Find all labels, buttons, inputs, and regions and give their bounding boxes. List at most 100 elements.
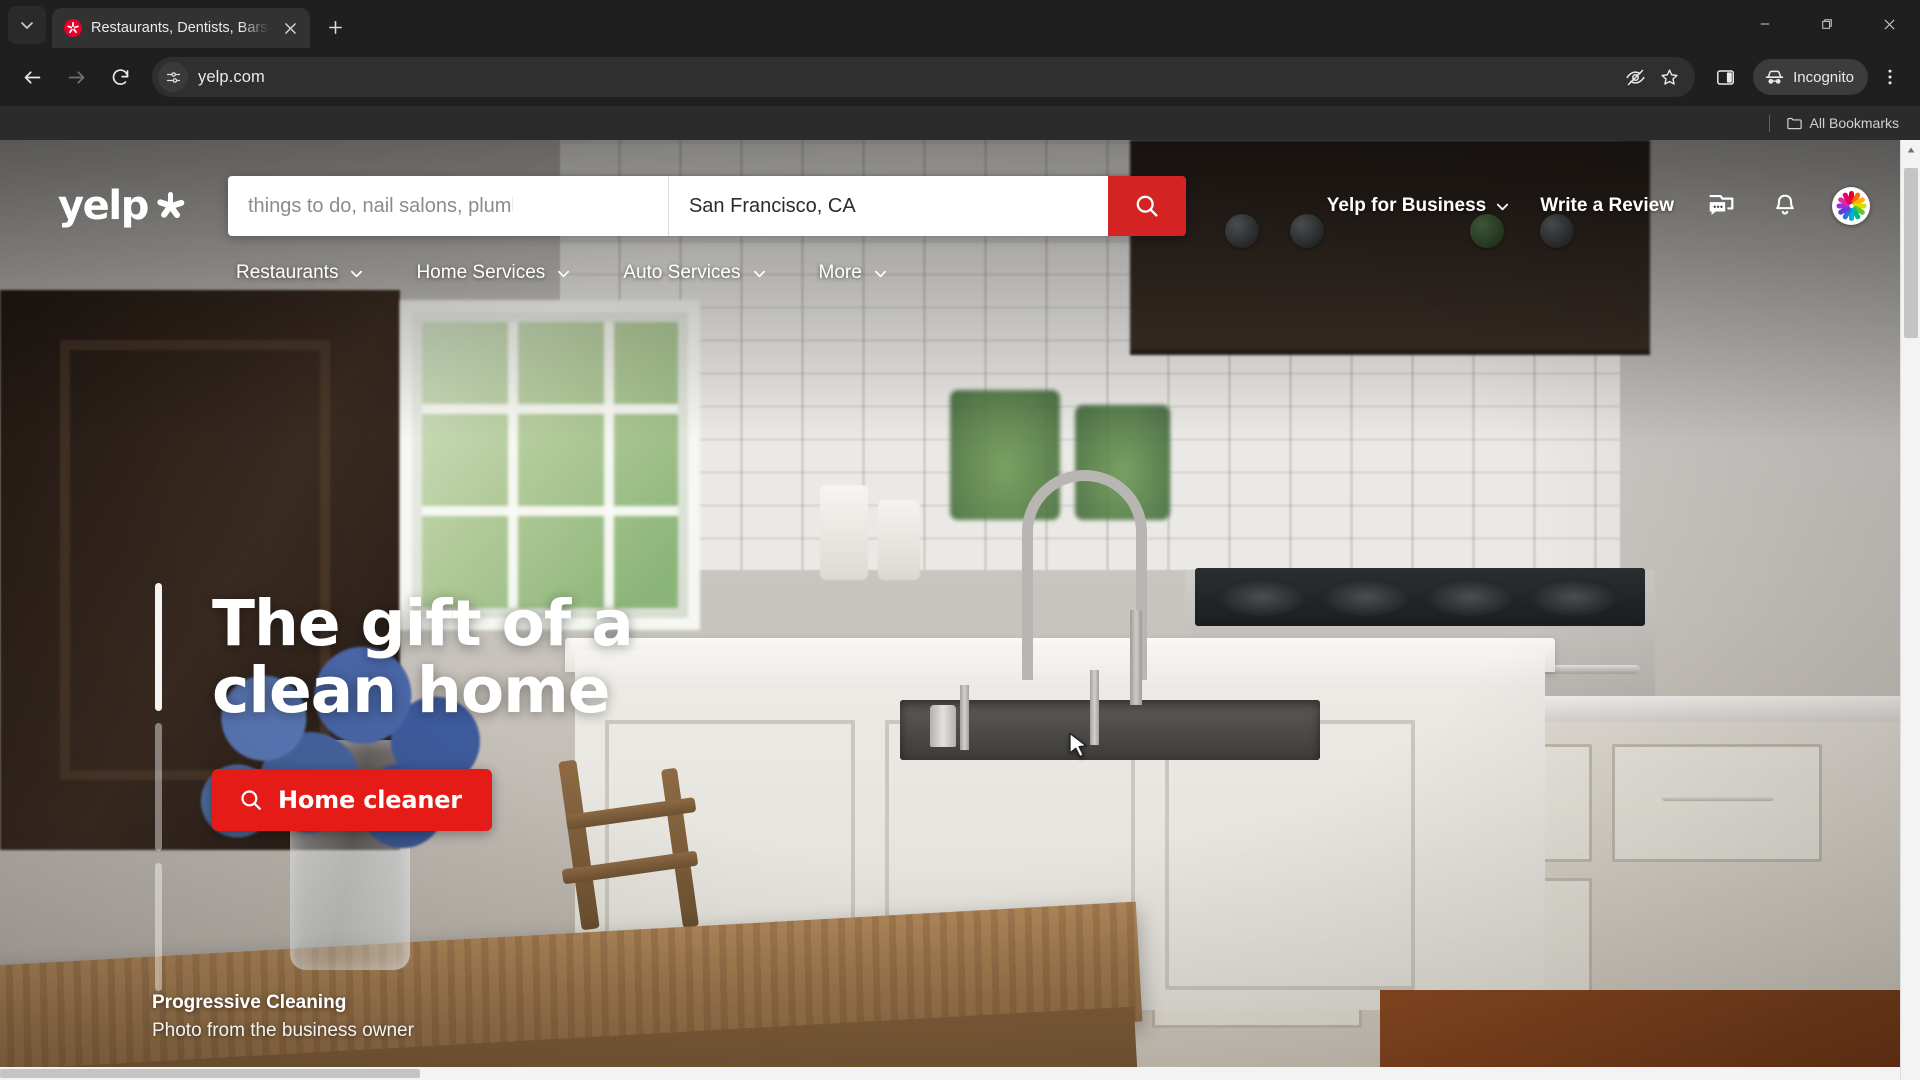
search-location-field[interactable] — [667, 176, 1108, 236]
horizontal-scrollbar[interactable] — [0, 1067, 1900, 1080]
window-controls — [1734, 0, 1920, 48]
attribution-note: Photo from the business owner — [152, 1020, 414, 1041]
yelp-for-business-label: Yelp for Business — [1326, 195, 1487, 216]
chevron-down-icon — [874, 270, 886, 277]
write-a-review-link[interactable]: Write a Review — [1540, 195, 1674, 217]
all-bookmarks-button[interactable]: All Bookmarks — [1779, 111, 1906, 136]
side-panel-button[interactable] — [1707, 59, 1743, 95]
yelp-burst-favicon — [64, 19, 82, 37]
chevron-down-icon — [558, 270, 570, 277]
browser-toolbar: yelp.com Incognito — [0, 48, 1920, 106]
chevron-down-icon — [1497, 203, 1509, 210]
incognito-hat-icon — [1765, 70, 1784, 84]
site-settings-button[interactable] — [158, 62, 188, 92]
carousel-indicator-3[interactable] — [155, 863, 162, 991]
write-a-review-label: Write a Review — [1540, 195, 1674, 216]
restore-icon — [1822, 19, 1832, 29]
reload-icon — [112, 68, 128, 85]
incognito-indicator[interactable]: Incognito — [1753, 59, 1868, 95]
nav-item-more[interactable]: More — [819, 262, 888, 284]
three-dot-menu-icon — [1888, 69, 1892, 85]
url-text: yelp.com — [198, 67, 265, 86]
nav-item-restaurants[interactable]: Restaurants — [236, 262, 364, 284]
messages-button[interactable] — [1704, 189, 1738, 223]
close-icon — [1883, 18, 1895, 30]
yelp-burst-icon — [155, 191, 186, 222]
bookmarks-bar: All Bookmarks — [0, 106, 1920, 140]
chevron-down-icon — [753, 270, 765, 277]
chevron-down-icon — [21, 22, 33, 29]
yelp-site-header: yelp things to do, nail salons, plumbers… — [0, 140, 1920, 284]
bookmark-button[interactable] — [1653, 61, 1685, 93]
tab-close-button[interactable] — [278, 16, 302, 40]
scroll-up-arrow-icon — [1907, 147, 1914, 153]
nav-label: Auto Services — [623, 262, 741, 283]
scroll-up-button[interactable] — [1901, 140, 1920, 160]
divider — [1768, 114, 1770, 132]
minimize-icon — [1760, 23, 1770, 25]
nav-label: Home Services — [416, 262, 546, 283]
notifications-button[interactable] — [1768, 189, 1802, 223]
yelp-wordmark: yelp — [58, 183, 149, 229]
forward-arrow-icon — [68, 70, 84, 84]
home-cleaner-cta-button[interactable]: Home cleaner — [212, 768, 492, 831]
notifications-bell-icon — [1776, 194, 1794, 215]
attribution-business-name[interactable]: Progressive Cleaning — [152, 992, 414, 1014]
forward-button[interactable] — [56, 57, 96, 97]
tab-title: Restaurants, Dentists, Bars, Bea — [91, 20, 269, 36]
reload-button[interactable] — [100, 57, 140, 97]
browser-menu-button[interactable] — [1872, 59, 1908, 95]
yelp-search-bar — [227, 176, 1186, 236]
vertical-scrollbar[interactable] — [1900, 140, 1920, 1080]
close-window-button[interactable] — [1858, 0, 1920, 48]
plus-icon — [328, 20, 342, 34]
new-tab-button[interactable] — [318, 10, 352, 44]
restore-button[interactable] — [1796, 0, 1858, 48]
photo-attribution: Progressive Cleaning Photo from the busi… — [152, 992, 414, 1042]
tab-search-button[interactable] — [8, 6, 46, 44]
browser-window: Restaurants, Dentists, Bars, Bea — [0, 0, 1920, 1080]
star-icon — [1661, 68, 1678, 85]
search-find-field[interactable] — [227, 176, 668, 236]
incognito-label: Incognito — [1793, 68, 1854, 86]
folder-icon — [1786, 117, 1802, 129]
eye-off-icon — [1626, 69, 1645, 85]
search-submit-button[interactable] — [1107, 176, 1186, 236]
search-icon — [1136, 195, 1158, 217]
location-input[interactable] — [688, 176, 954, 236]
back-arrow-icon — [24, 70, 40, 84]
carousel-indicator-1[interactable] — [155, 583, 162, 711]
nav-label: Restaurants — [236, 262, 339, 283]
hero-headline: The gift of a clean home — [212, 587, 634, 728]
back-button[interactable] — [12, 57, 52, 97]
site-settings-icon — [166, 71, 180, 83]
browser-tab[interactable]: Restaurants, Dentists, Bars, Bea — [52, 8, 310, 48]
avatar-burst-icon — [1836, 191, 1867, 221]
side-panel-icon — [1716, 69, 1734, 85]
header-right-cluster: Yelp for Business Write a Review — [1327, 187, 1876, 225]
hero-content: The gift of a clean home Home cleaner — [212, 590, 832, 831]
search-icon — [241, 790, 261, 810]
yelp-for-business-link[interactable]: Yelp for Business — [1327, 195, 1510, 217]
omnibox-actions — [1619, 61, 1685, 93]
search-input[interactable] — [247, 176, 513, 236]
all-bookmarks-label: All Bookmarks — [1809, 115, 1899, 131]
address-bar[interactable]: yelp.com — [152, 57, 1696, 97]
chevron-down-icon — [351, 270, 363, 277]
nav-item-auto-services[interactable]: Auto Services — [623, 262, 766, 284]
messages-icon — [1709, 194, 1734, 215]
minimize-button[interactable] — [1734, 0, 1796, 48]
carousel-indicator-2[interactable] — [155, 723, 162, 851]
yelp-logo[interactable]: yelp — [58, 183, 186, 229]
tracking-protection-button[interactable] — [1619, 61, 1651, 93]
scrollbar-thumb[interactable] — [1904, 168, 1918, 338]
nav-label: More — [818, 262, 862, 283]
tab-strip: Restaurants, Dentists, Bars, Bea — [0, 0, 1920, 48]
category-nav: Restaurants Home Services Auto Services — [58, 262, 1876, 284]
horizontal-scrollbar-thumb[interactable] — [0, 1069, 420, 1078]
cta-label: Home cleaner — [278, 785, 462, 814]
page-viewport: yelp things to do, nail salons, plumbers… — [0, 140, 1920, 1080]
user-avatar[interactable] — [1832, 187, 1870, 225]
carousel-indicators — [155, 583, 162, 991]
nav-item-home-services[interactable]: Home Services — [416, 262, 571, 284]
